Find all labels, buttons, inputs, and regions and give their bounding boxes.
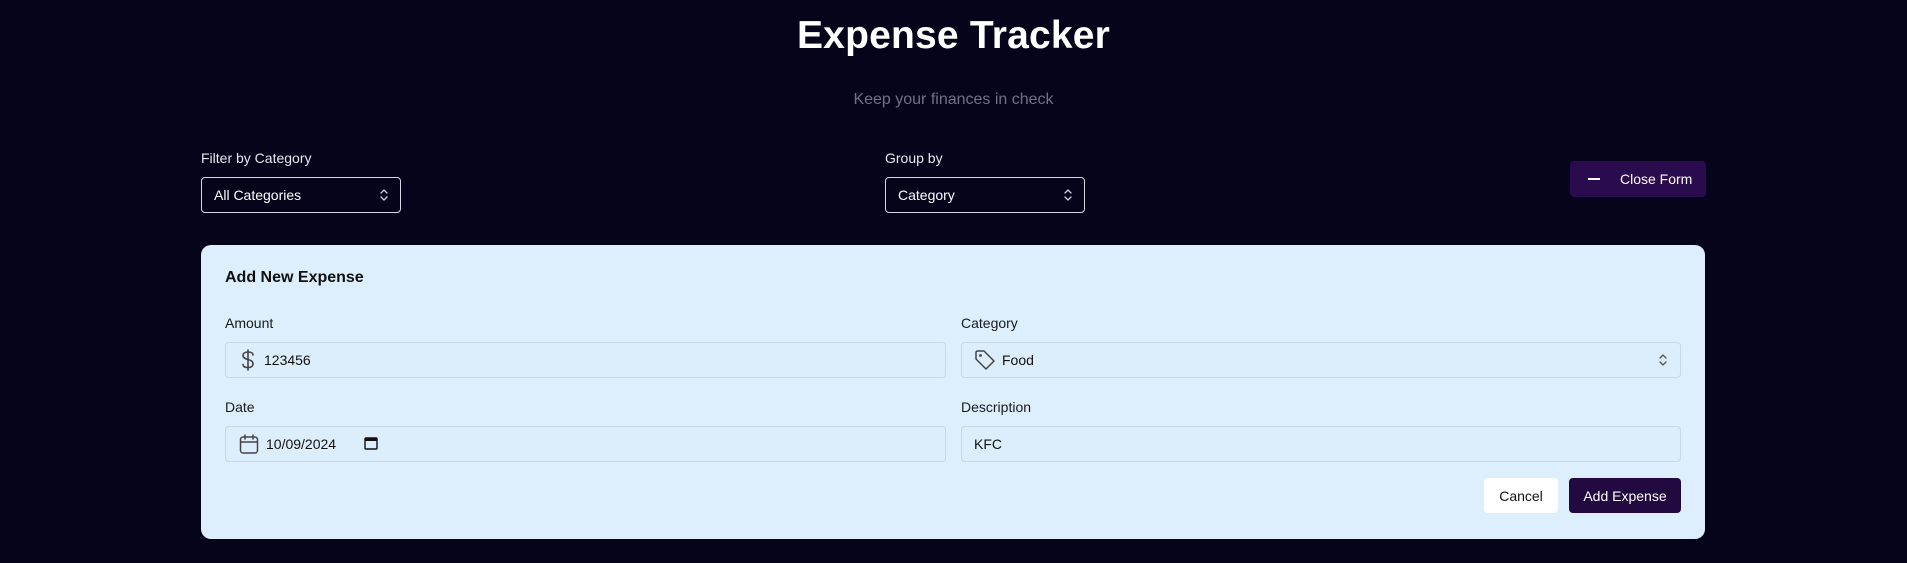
category-value: Food <box>1002 352 1034 368</box>
category-filter-select[interactable]: All Categories <box>201 177 401 213</box>
amount-label: Amount <box>225 315 274 331</box>
category-filter-group: Filter by Category All Categories <box>201 150 401 213</box>
dollar-icon <box>238 348 258 372</box>
close-form-button[interactable]: Close Form <box>1570 161 1706 197</box>
category-filter-value: All Categories <box>214 187 302 203</box>
add-expense-button[interactable]: Add Expense <box>1569 478 1681 513</box>
amount-value: 123456 <box>264 352 311 368</box>
page-subtitle: Keep your finances in check <box>853 91 1054 108</box>
category-label: Category <box>961 315 1018 331</box>
category-filter-label: Filter by Category <box>201 150 312 166</box>
group-by-group: Group by Category <box>885 150 1085 213</box>
close-form-label: Close Form <box>1620 171 1693 187</box>
calendar-picker-icon[interactable] <box>364 436 378 453</box>
description-label: Description <box>961 399 1032 415</box>
tag-icon <box>974 349 996 371</box>
date-input[interactable]: 10/09/2024 <box>225 426 946 462</box>
group-by-label: Group by <box>885 150 943 166</box>
group-by-value: Category <box>898 187 955 203</box>
cancel-button[interactable]: Cancel <box>1484 478 1558 513</box>
form-title: Add New Expense <box>225 269 364 286</box>
description-input[interactable]: KFC <box>961 426 1681 462</box>
description-value: KFC <box>974 436 1002 452</box>
date-value: 10/09/2024 <box>266 436 337 452</box>
chevron-up-down-icon <box>1659 354 1667 366</box>
page-title: Expense Tracker <box>796 14 1111 57</box>
date-label: Date <box>225 399 255 415</box>
chevron-up-down-icon <box>380 189 388 201</box>
chevron-up-down-icon <box>1064 189 1072 201</box>
calendar-icon <box>238 433 260 455</box>
minus-icon <box>1588 178 1600 180</box>
category-select[interactable]: Food <box>961 342 1681 378</box>
amount-input[interactable]: 123456 <box>225 342 946 378</box>
add-expense-form: Add New Expense Amount 123456 Category F… <box>201 245 1705 539</box>
group-by-select[interactable]: Category <box>885 177 1085 213</box>
expense-tracker-page: Expense Tracker Keep your finances in ch… <box>0 0 1907 563</box>
